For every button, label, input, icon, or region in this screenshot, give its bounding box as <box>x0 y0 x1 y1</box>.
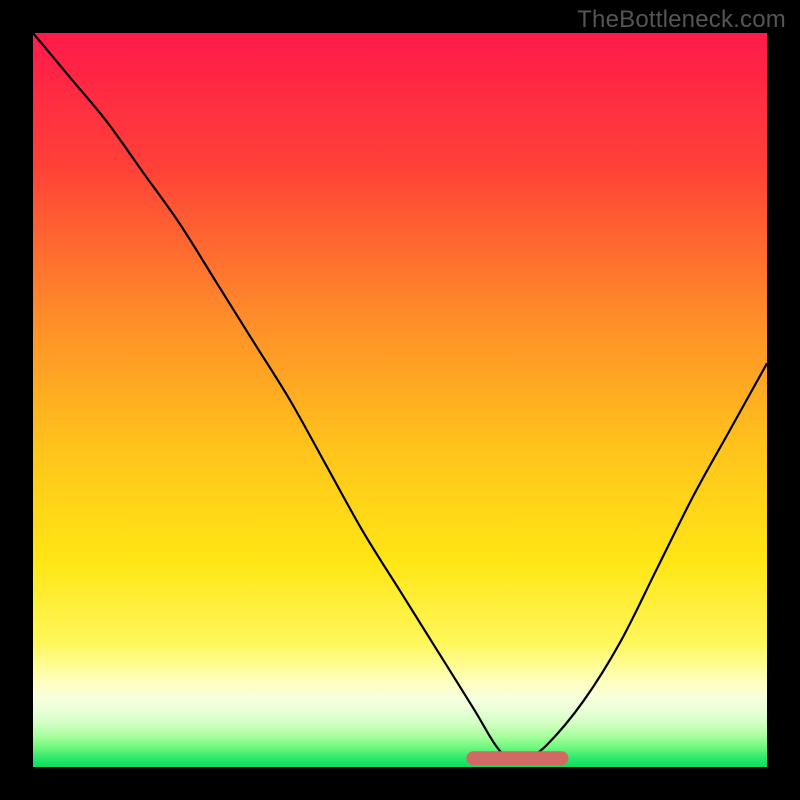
curve-layer <box>33 33 767 767</box>
plot-area <box>33 33 767 767</box>
chart-frame: TheBottleneck.com <box>0 0 800 800</box>
watermark-text: TheBottleneck.com <box>577 6 786 34</box>
bottleneck-curve <box>33 33 767 761</box>
